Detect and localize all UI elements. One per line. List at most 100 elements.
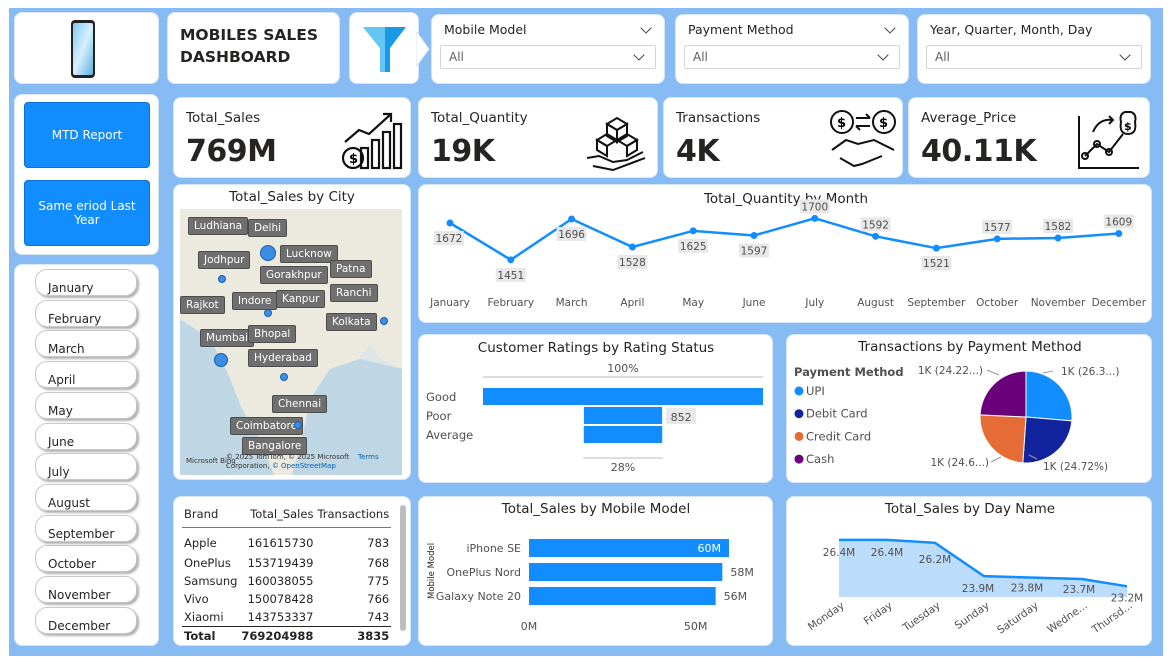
data-point[interactable] xyxy=(446,219,454,227)
boxes-hand-icon xyxy=(586,116,646,172)
legend-label[interactable]: Credit Card xyxy=(806,429,871,443)
filter-button[interactable] xyxy=(349,12,430,84)
month-slicer-item[interactable]: January xyxy=(35,269,137,296)
legend-marker[interactable] xyxy=(794,386,804,396)
legend-label[interactable]: Debit Card xyxy=(806,407,868,421)
table-row[interactable]: Vivo 150078428 766 xyxy=(182,590,391,608)
chevron-down-icon[interactable] xyxy=(877,49,889,61)
data-point[interactable] xyxy=(811,214,819,222)
month-slicer-item[interactable]: November xyxy=(35,576,137,603)
column-header[interactable]: Transactions xyxy=(315,505,391,528)
city-label-ranchi: Ranchi xyxy=(330,284,378,302)
pie-slice[interactable] xyxy=(979,414,1027,464)
x-tick-label: Thursd... xyxy=(1089,600,1135,637)
month-slicer-item[interactable]: July xyxy=(35,453,137,481)
table-row[interactable]: Apple 161615730 783 xyxy=(182,528,391,554)
chevron-down-icon[interactable] xyxy=(884,22,896,34)
month-slicer-item[interactable]: August xyxy=(35,483,137,511)
data-point[interactable] xyxy=(750,232,758,239)
data-point[interactable] xyxy=(628,243,636,251)
bar[interactable] xyxy=(529,563,723,581)
table-row[interactable]: Samsung 160038055 775 xyxy=(182,572,391,590)
month-slicer-item[interactable]: June xyxy=(35,422,137,450)
slice-label: 1K (24.6...) xyxy=(931,457,990,469)
city-label-kanpur: Kanpur xyxy=(276,290,326,308)
data-label: 26.4M xyxy=(871,547,903,559)
city-bubble[interactable] xyxy=(280,373,288,381)
city-bubble[interactable] xyxy=(264,309,272,317)
month-slicer-item[interactable]: September xyxy=(35,514,137,542)
funnel-bar[interactable] xyxy=(583,407,663,424)
city-bubble[interactable] xyxy=(294,421,302,429)
kpi-label: Average_Price xyxy=(921,110,1017,126)
data-label: 26.2M xyxy=(919,554,951,566)
data-point[interactable] xyxy=(507,256,515,264)
month-slicer-item[interactable]: December xyxy=(35,606,137,634)
chevron-down-icon[interactable] xyxy=(640,22,652,34)
month-slicer-label: December xyxy=(48,618,111,633)
x-tick-label: June xyxy=(742,297,766,309)
mobile-model-filter[interactable]: Mobile Model All xyxy=(431,14,665,84)
month-slicer-label: January xyxy=(48,281,94,295)
data-label: 1696 xyxy=(558,229,585,241)
data-label: 26.4M xyxy=(823,547,855,559)
bar[interactable] xyxy=(529,587,716,605)
chevron-down-icon[interactable] xyxy=(633,49,645,61)
table-row[interactable]: Xiaomi 143753337 743 xyxy=(182,608,391,627)
month-slicer-item[interactable]: May xyxy=(35,391,137,419)
data-point[interactable] xyxy=(568,215,576,223)
chart-title: Total_Sales by Mobile Model xyxy=(501,501,690,517)
city-bubble[interactable] xyxy=(260,245,276,261)
funnel-category: Average xyxy=(426,428,473,442)
mtd-report-button[interactable]: MTD Report xyxy=(24,102,150,168)
funnel-bar[interactable] xyxy=(583,426,663,443)
same-period-last-year-button[interactable]: Same eriod Last Year xyxy=(24,180,150,246)
data-point[interactable] xyxy=(1054,234,1062,242)
legend-marker[interactable] xyxy=(794,409,804,419)
month-slicer-item[interactable]: March xyxy=(35,330,137,358)
legend-marker[interactable] xyxy=(794,454,804,464)
city-bubble[interactable] xyxy=(218,275,226,283)
date-hierarchy-filter[interactable]: Year, Quarter, Month, Day All xyxy=(917,14,1151,84)
pie-slice[interactable] xyxy=(1025,370,1073,422)
payment-method-filter[interactable]: Payment Method All xyxy=(675,14,909,84)
month-slicer-item[interactable]: April xyxy=(35,361,137,389)
payment-method-select[interactable]: All xyxy=(684,45,900,69)
mobile-model-select[interactable]: All xyxy=(440,45,656,69)
pie-slice[interactable] xyxy=(979,370,1027,418)
chevron-down-icon[interactable] xyxy=(1119,49,1131,61)
legend-label[interactable]: Cash xyxy=(806,452,834,466)
legend-label[interactable]: UPI xyxy=(806,384,825,398)
payment-method-pie-chart: Transactions by Payment Method Payment Me… xyxy=(786,334,1152,483)
city-label-coimbatore: Coimbatore xyxy=(230,417,304,435)
month-slicer-label: November xyxy=(48,588,111,602)
data-label: 1597 xyxy=(741,246,768,258)
date-hierarchy-select[interactable]: All xyxy=(926,45,1142,69)
x-tick-label: November xyxy=(1031,297,1086,309)
funnel-bar[interactable] xyxy=(483,388,763,405)
city-bubble[interactable] xyxy=(214,353,228,367)
column-header[interactable]: Brand xyxy=(182,505,239,528)
data-point[interactable] xyxy=(993,235,1001,243)
legend-title: Payment Method xyxy=(794,365,904,379)
column-header[interactable]: Total_Sales xyxy=(239,505,315,528)
data-point[interactable] xyxy=(1115,230,1123,237)
data-point[interactable] xyxy=(872,232,880,240)
map-terms-link[interactable]: Terms xyxy=(358,453,379,461)
data-point[interactable] xyxy=(932,244,940,252)
series-line xyxy=(449,217,1119,262)
data-point[interactable] xyxy=(689,227,697,235)
city-bubble[interactable] xyxy=(380,317,388,325)
legend-marker[interactable] xyxy=(794,431,804,441)
month-slicer-item[interactable]: February xyxy=(35,299,137,327)
osm-link[interactable]: © OpenStreetMap xyxy=(272,462,336,470)
table-cell: Xiaomi xyxy=(184,609,224,624)
map-area[interactable]: Ludhiana Delhi Lucknow Jodhpur Gorakhpur… xyxy=(180,209,402,475)
x-tick-label: Friday xyxy=(862,600,895,628)
funnel-top-label: 100% xyxy=(607,362,638,375)
month-slicer-item[interactable]: October xyxy=(35,545,137,573)
table-row[interactable]: OnePlus 153719439 768 xyxy=(182,554,391,572)
table-scrollbar[interactable] xyxy=(400,505,406,631)
bar-value-label: 58M xyxy=(730,566,754,579)
data-label: 1672 xyxy=(436,233,463,245)
